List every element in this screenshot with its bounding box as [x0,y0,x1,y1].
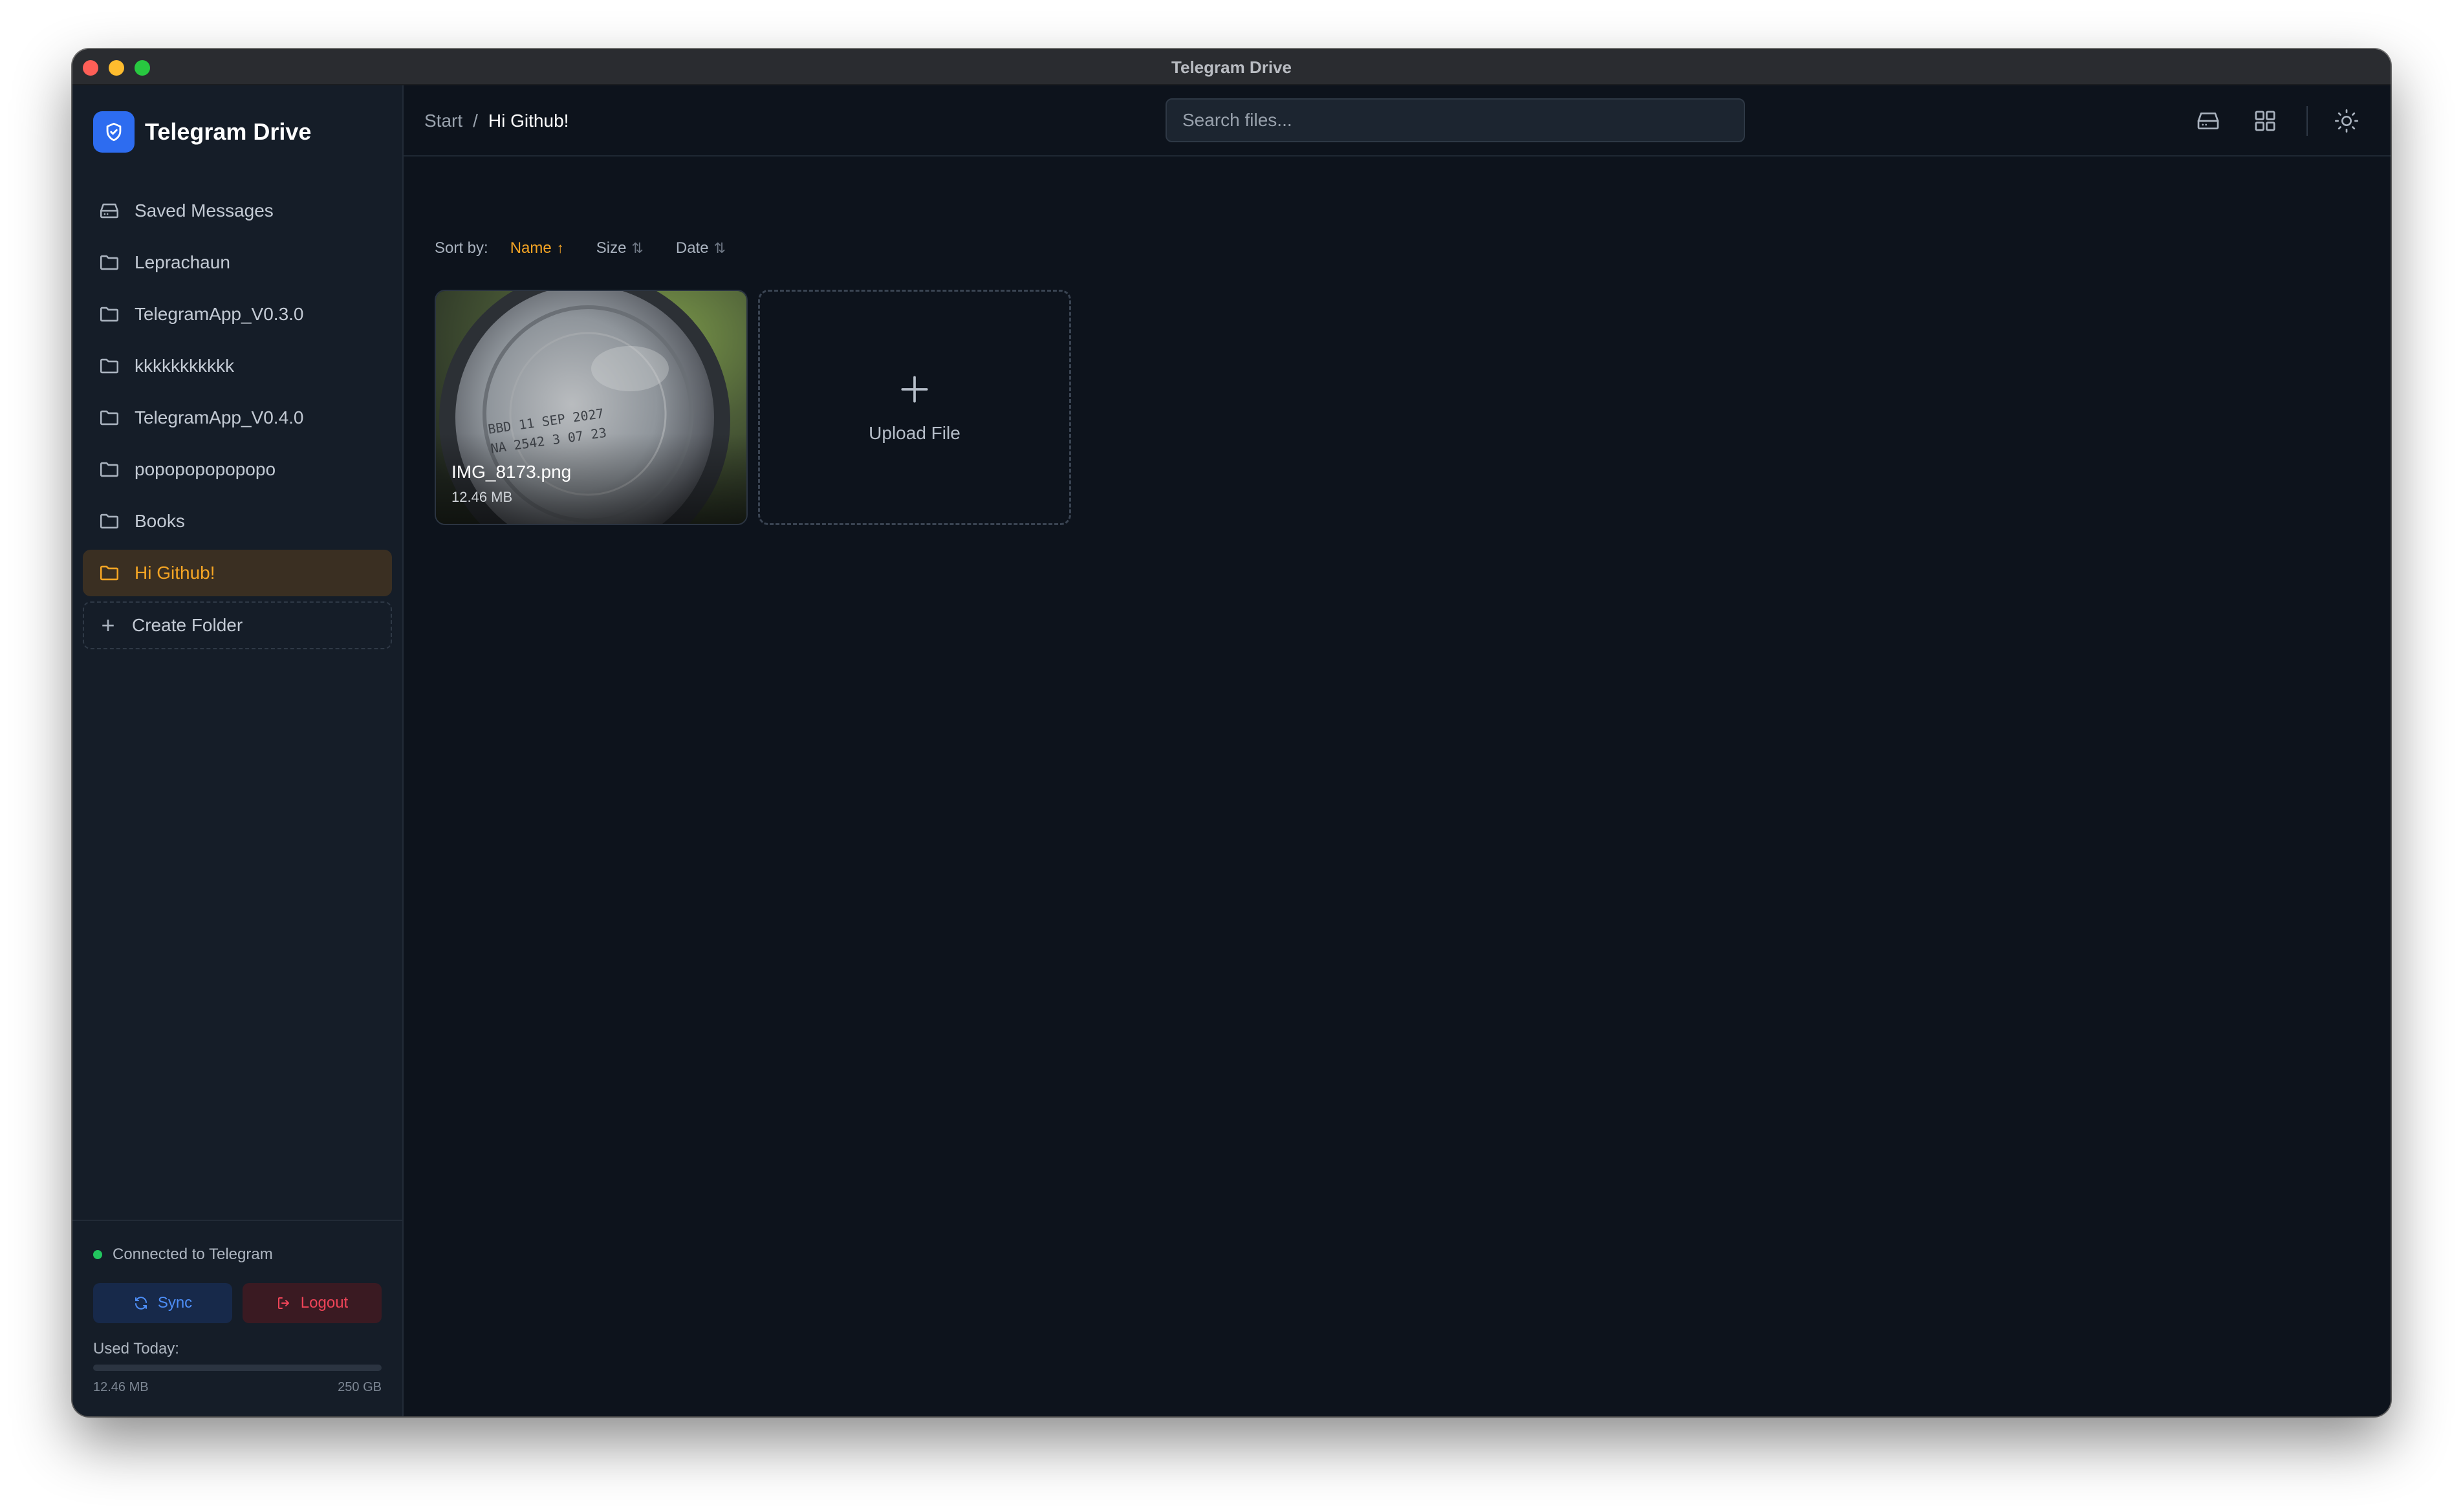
breadcrumb-separator: / [473,111,478,131]
folder-icon [100,565,119,581]
theme-toggle-button[interactable] [2328,103,2365,139]
sidebar-item-label: Books [135,511,185,531]
shield-icon [93,111,135,153]
sort-arrows-icon: ⇅ [713,240,726,256]
sidebar-item-hi-github[interactable]: Hi Github! [83,550,392,596]
sidebar-item-kkkkkkkkkkk[interactable]: kkkkkkkkkkk [83,343,392,389]
folder-icon [100,358,119,374]
top-bar: Start / Hi Github! [404,85,2391,157]
connection-status: Connected to Telegram [93,1246,273,1264]
brand: Telegram Drive [93,111,311,153]
folder-list: Saved Messages Leprachaun TelegramApp_V0… [83,188,392,649]
upload-file-label: Upload File [869,423,960,443]
sort-label: Sort by: [435,239,488,257]
create-folder-label: Create Folder [132,615,243,635]
refresh-icon [135,1297,147,1310]
folder-icon [100,255,119,270]
file-grid: BBD 11 SEP 2027 NA 2542 3 07 23 IMG_8173… [435,290,1071,525]
file-size: 12.46 MB [451,489,513,505]
sidebar-footer: Connected to Telegram Sync Logout Used T… [72,1220,402,1416]
sidebar-item-popopopopopopo[interactable]: popopopopopopo [83,446,392,493]
sidebar-item-books[interactable]: Books [83,498,392,545]
sidebar-item-label: Leprachaun [135,252,230,272]
file-card[interactable]: BBD 11 SEP 2027 NA 2542 3 07 23 IMG_8173… [435,290,748,525]
folder-icon [100,410,119,426]
sidebar-item-saved-messages[interactable]: Saved Messages [83,188,392,234]
breadcrumb-start[interactable]: Start [424,111,462,131]
sort-option-label: Name [510,239,552,257]
upload-file-button[interactable]: Upload File [758,290,1071,525]
connection-status-text: Connected to Telegram [113,1246,273,1263]
drive-icon [100,203,119,219]
sidebar-item-label: TelegramApp_V0.4.0 [135,407,304,427]
grid-view-button[interactable] [2247,103,2283,139]
logout-label: Logout [300,1294,349,1312]
arrow-up-icon: ↑ [556,240,564,256]
title-bar: Telegram Drive [72,49,2391,85]
create-folder-button[interactable]: + Create Folder [83,601,392,649]
window-title: Telegram Drive [1171,58,1292,77]
sort-bar: Sort by: Name ↑ Size ⇅ Date ⇅ [435,239,758,257]
folder-icon [100,307,119,322]
file-name: IMG_8173.png [451,462,572,482]
search-input[interactable] [1166,98,1745,142]
logout-icon [277,1297,289,1309]
sun-icon [2335,109,2358,133]
sort-option-label: Date [675,239,709,257]
grid-icon [2255,111,2275,131]
sidebar-item-label: kkkkkkkkkkk [135,356,234,376]
used-today-label: Used Today: [93,1340,179,1357]
drive-view-button[interactable] [2190,103,2226,139]
folder-icon [100,513,119,529]
plus-icon [901,376,928,403]
sync-button[interactable]: Sync [93,1283,232,1323]
logout-button[interactable]: Logout [243,1283,382,1323]
usage-progress-bar [93,1365,382,1371]
sidebar-item-label: TelegramApp_V0.3.0 [135,304,304,324]
sidebar: Telegram Drive Saved Messages Leprachaun… [72,85,404,1416]
sort-option-label: Size [596,239,627,257]
plus-icon: + [101,612,115,638]
sort-arrows-icon: ⇅ [631,240,644,256]
app-window: Telegram Drive Telegram Drive Saved Mess… [72,49,2391,1416]
sort-by-size[interactable]: Size ⇅ [596,239,644,257]
drive-icon [2197,113,2219,129]
main-content: Start / Hi Github! Search files... Sort … [404,85,2391,1416]
sidebar-item-telegramapp-v030[interactable]: TelegramApp_V0.3.0 [83,291,392,338]
toolbar-divider [2306,106,2308,136]
sort-by-date[interactable]: Date ⇅ [676,239,726,257]
sort-by-name[interactable]: Name ↑ [510,239,564,257]
usage-limit: 250 GB [338,1380,382,1394]
sidebar-item-telegramapp-v040[interactable]: TelegramApp_V0.4.0 [83,394,392,441]
sidebar-item-leprachaun[interactable]: Leprachaun [83,239,392,286]
used-amount: 12.46 MB [93,1380,149,1394]
sidebar-item-label: popopopopopopo [135,459,276,479]
sidebar-item-label: Hi Github! [135,563,215,583]
breadcrumb-current: Hi Github! [488,111,569,131]
sync-label: Sync [157,1294,193,1312]
status-dot-icon [93,1250,102,1259]
folder-icon [100,462,119,477]
breadcrumb: Start / Hi Github! [424,85,569,157]
sidebar-item-label: Saved Messages [135,200,274,221]
brand-name: Telegram Drive [145,118,312,145]
